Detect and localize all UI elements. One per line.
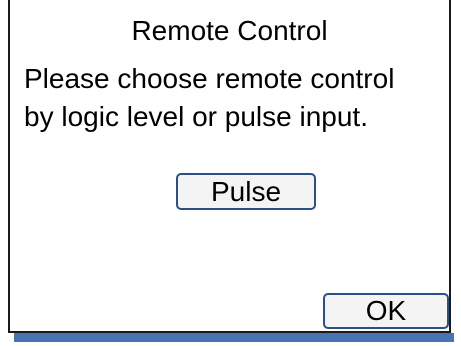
dialog-shadow [14,333,454,342]
message-line-2: by logic level or pulse input. [24,101,368,132]
dialog-title: Remote Control [131,15,328,46]
message-line-1: Please choose remote control [24,63,395,94]
pulse-mode-button[interactable]: Pulse [176,173,316,210]
ok-button[interactable]: OK [323,293,449,329]
remote-control-dialog: Remote Control Please choose remote cont… [8,0,451,333]
dialog-message: Please choose remote control by logic le… [24,60,449,136]
